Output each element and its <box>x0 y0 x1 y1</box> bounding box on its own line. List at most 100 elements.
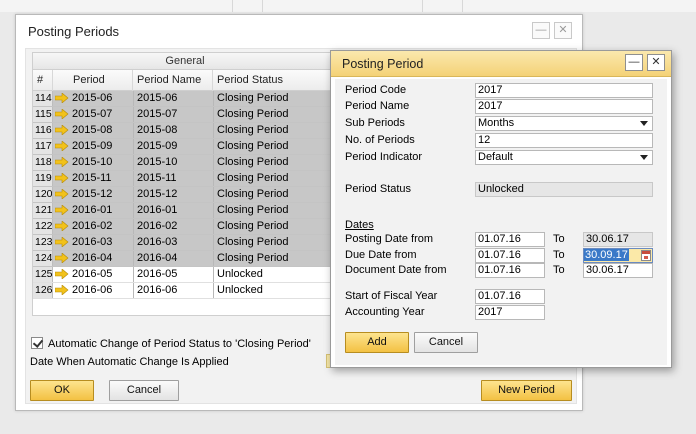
row-number: 119 <box>33 171 53 186</box>
link-arrow-icon[interactable] <box>55 269 69 279</box>
table-row[interactable]: 115 2015-07 2015-07 Closing Period <box>33 107 335 123</box>
due-date-from-label: Due Date from <box>345 249 417 261</box>
period-code-cell: 2015-06 <box>53 91 133 106</box>
posting-to-label: To <box>553 233 565 245</box>
posting-date-from-field[interactable]: 01.07.16 <box>475 232 545 247</box>
dialog-close-button[interactable]: ✕ <box>647 54 665 71</box>
period-code-text: 2016-02 <box>72 220 113 232</box>
link-arrow-icon[interactable] <box>55 253 69 263</box>
period-name-cell: 2015-07 <box>133 107 213 122</box>
cancel-button[interactable]: Cancel <box>109 380 179 401</box>
link-arrow-icon[interactable] <box>55 93 69 103</box>
period-code-cell: 2015-09 <box>53 139 133 154</box>
dialog-title: Posting Period <box>342 57 424 71</box>
period-code-field[interactable]: 2017 <box>475 83 653 98</box>
period-status-cell: Closing Period <box>213 107 335 122</box>
link-arrow-icon[interactable] <box>55 237 69 247</box>
periods-grid[interactable]: General # Period Code Period Name Period… <box>32 52 336 316</box>
period-name-cell: 2015-09 <box>133 139 213 154</box>
period-name-cell: 2016-01 <box>133 203 213 218</box>
link-arrow-icon[interactable] <box>55 109 69 119</box>
link-arrow-icon[interactable] <box>55 285 69 295</box>
row-number: 116 <box>33 123 53 138</box>
table-row[interactable]: 120 2015-12 2015-12 Closing Period <box>33 187 335 203</box>
link-arrow-icon[interactable] <box>55 189 69 199</box>
minimize-icon: — <box>628 56 640 68</box>
table-row[interactable]: 119 2015-11 2015-11 Closing Period <box>33 171 335 187</box>
period-code-text: 2015-09 <box>72 140 113 152</box>
date-applied-label: Date When Automatic Change Is Applied <box>30 356 229 368</box>
table-row[interactable]: 114 2015-06 2015-06 Closing Period <box>33 91 335 107</box>
auto-change-checkbox[interactable] <box>31 337 43 349</box>
period-status-cell: Unlocked <box>213 283 335 298</box>
minimize-button[interactable]: — <box>532 22 550 39</box>
link-arrow-icon[interactable] <box>55 205 69 215</box>
table-row[interactable]: 126 2016-06 2016-06 Unlocked <box>33 283 335 299</box>
period-name-cell: 2016-02 <box>133 219 213 234</box>
link-arrow-icon[interactable] <box>55 125 69 135</box>
ok-button[interactable]: OK <box>30 380 94 401</box>
column-header-period-status[interactable]: Period Status <box>213 70 335 91</box>
period-name-cell: 2015-10 <box>133 155 213 170</box>
link-arrow-icon[interactable] <box>55 141 69 151</box>
document-date-to-field[interactable]: 30.06.17 <box>583 263 653 278</box>
no-of-periods-field[interactable]: 12 <box>475 133 653 148</box>
close-button[interactable]: ✕ <box>554 22 572 39</box>
period-name-cell: 2016-05 <box>133 267 213 282</box>
table-row[interactable]: 121 2016-01 2016-01 Closing Period <box>33 203 335 219</box>
row-number: 121 <box>33 203 53 218</box>
table-row[interactable]: 122 2016-02 2016-02 Closing Period <box>33 219 335 235</box>
start-fiscal-year-field[interactable]: 01.07.16 <box>475 289 545 304</box>
period-status-cell: Closing Period <box>213 203 335 218</box>
link-arrow-icon[interactable] <box>55 157 69 167</box>
table-row[interactable]: 125 2016-05 2016-05 Unlocked <box>33 267 335 283</box>
grid-rows: 114 2015-06 2015-06 Closing Period 115 2015-0… <box>33 91 335 299</box>
due-date-to-field[interactable]: 30.09.17 <box>583 248 653 263</box>
column-header-period-code[interactable]: Period Code <box>53 70 133 107</box>
period-code-cell: 2016-05 <box>53 267 133 282</box>
calendar-icon[interactable] <box>641 250 651 261</box>
row-number: 120 <box>33 187 53 202</box>
auto-change-checkbox-row[interactable]: Automatic Change of Period Status to 'Cl… <box>31 337 311 352</box>
desktop-background <box>0 0 696 12</box>
document-date-from-field[interactable]: 01.07.16 <box>475 263 545 278</box>
period-name-label: Period Name <box>345 100 410 112</box>
accounting-year-field[interactable]: 2017 <box>475 305 545 320</box>
dialog-cancel-button[interactable]: Cancel <box>414 332 478 353</box>
table-row[interactable]: 117 2015-09 2015-09 Closing Period <box>33 139 335 155</box>
period-code-cell: 2016-01 <box>53 203 133 218</box>
sub-periods-dropdown[interactable]: Months <box>475 116 653 131</box>
column-header-period-name[interactable]: Period Name <box>133 70 213 91</box>
table-row[interactable]: 124 2016-04 2016-04 Closing Period <box>33 251 335 267</box>
document-date-from-label: Document Date from <box>345 264 447 276</box>
no-of-periods-label: No. of Periods <box>345 134 415 146</box>
row-number: 123 <box>33 235 53 250</box>
link-arrow-icon[interactable] <box>55 221 69 231</box>
period-status-cell: Closing Period <box>213 251 335 266</box>
period-code-text: 2016-05 <box>72 268 113 280</box>
period-name-field[interactable]: 2017 <box>475 99 653 114</box>
period-indicator-dropdown[interactable]: Default <box>475 150 653 165</box>
column-header-number[interactable]: # <box>33 70 53 91</box>
due-date-from-field[interactable]: 01.07.16 <box>475 248 545 263</box>
period-status-cell: Unlocked <box>213 267 335 282</box>
sub-periods-label: Sub Periods <box>345 117 405 129</box>
row-number: 126 <box>33 283 53 298</box>
period-name-cell: 2015-06 <box>133 91 213 106</box>
period-status-cell: Closing Period <box>213 235 335 250</box>
table-row[interactable]: 118 2015-10 2015-10 Closing Period <box>33 155 335 171</box>
row-number: 115 <box>33 107 53 122</box>
new-period-button[interactable]: New Period <box>481 380 572 401</box>
posting-period-dialog: Posting Period — ✕ Period Code 2017 Peri… <box>330 50 672 368</box>
table-row[interactable]: 116 2015-08 2015-08 Closing Period <box>33 123 335 139</box>
table-row[interactable]: 123 2016-03 2016-03 Closing Period <box>33 235 335 251</box>
row-number: 117 <box>33 139 53 154</box>
auto-change-label: Automatic Change of Period Status to 'Cl… <box>48 338 311 350</box>
dialog-minimize-button[interactable]: — <box>625 54 643 71</box>
window-title: Posting Periods <box>28 24 120 39</box>
period-code-text: 2015-11 <box>72 172 112 184</box>
link-arrow-icon[interactable] <box>55 173 69 183</box>
dates-section-heading: Dates <box>345 219 374 231</box>
period-code-cell: 2016-04 <box>53 251 133 266</box>
add-button[interactable]: Add <box>345 332 409 353</box>
